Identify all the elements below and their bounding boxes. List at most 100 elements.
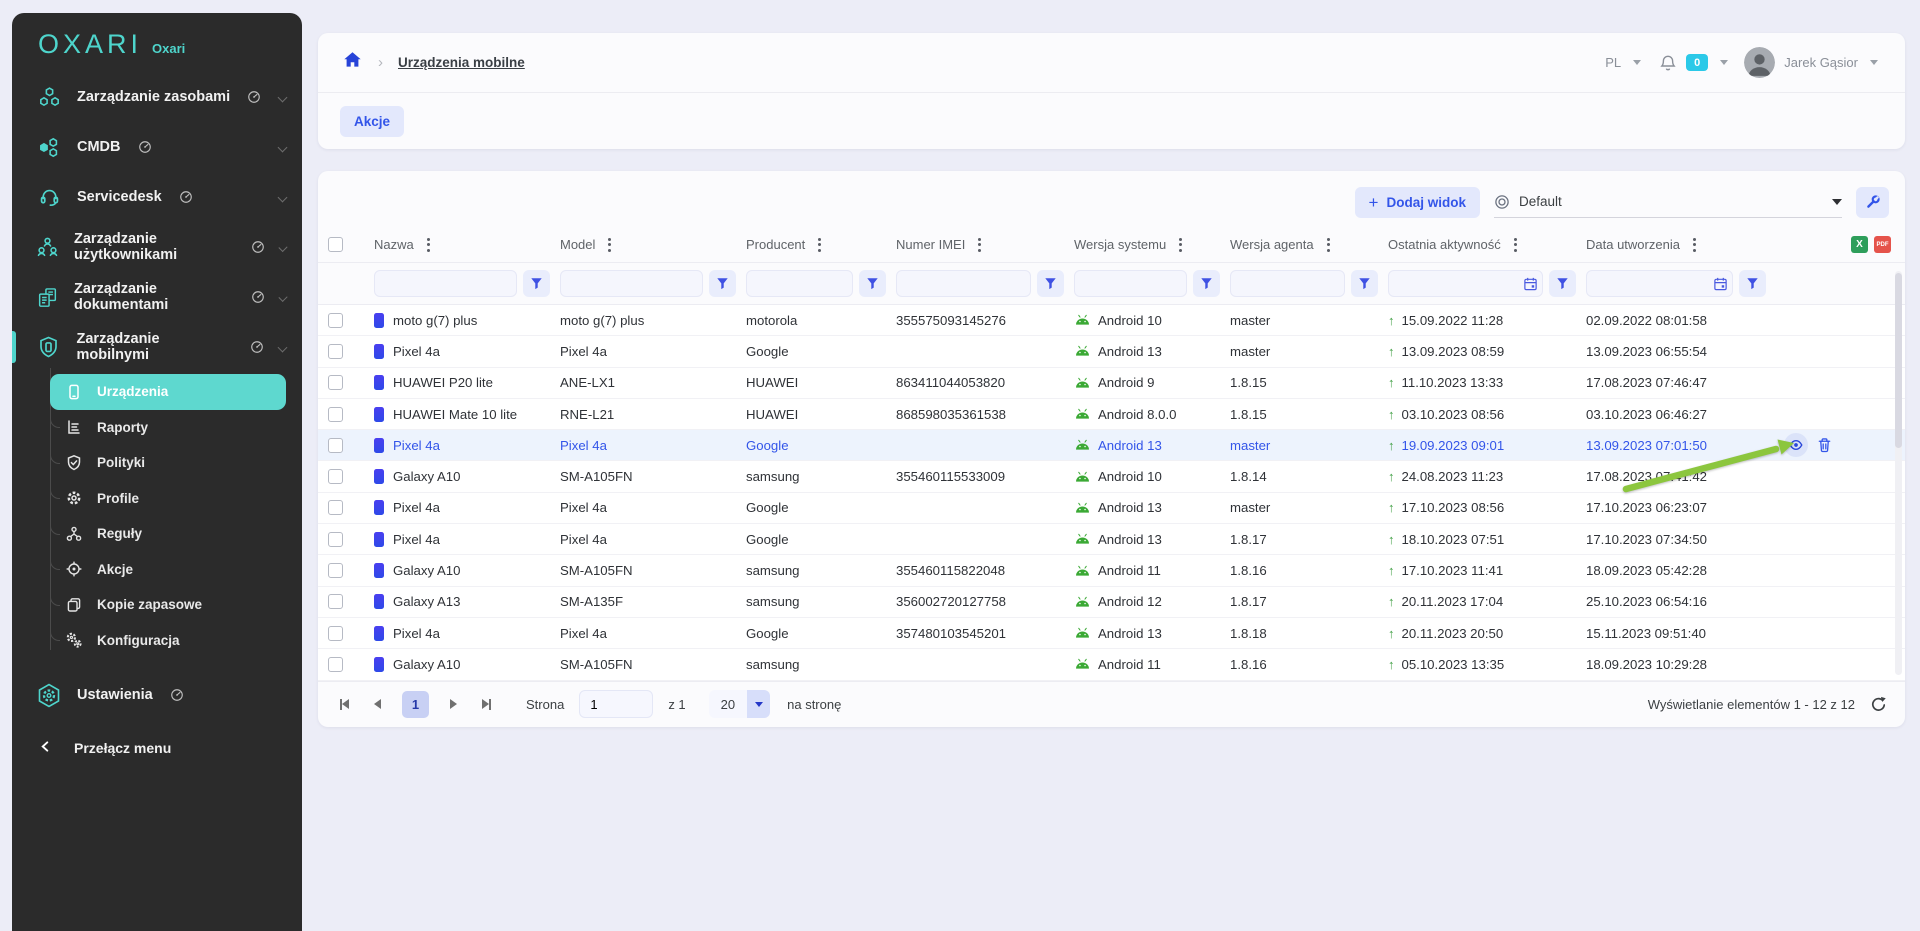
toggle-menu-button[interactable]: Przełącz menu: [12, 740, 302, 756]
table-row[interactable]: HUAWEI Mate 10 lite RNE-L21 HUAWEI 86859…: [318, 399, 1905, 430]
filter-funnel-button[interactable]: [1037, 270, 1064, 297]
filter-funnel-button[interactable]: [523, 270, 550, 297]
sidebar-item-zarzadzanie-uzytkownikami[interactable]: Zarządzanie użytkownikami: [12, 222, 302, 272]
table-row[interactable]: HUAWEI P20 lite ANE-LX1 HUAWEI 863411044…: [318, 368, 1905, 399]
table-row[interactable]: Pixel 4a Pixel 4a Google 357480103545201…: [318, 618, 1905, 649]
bell-icon[interactable]: [1659, 54, 1677, 72]
row-checkbox[interactable]: [328, 563, 343, 578]
sidebar-item-cmdb[interactable]: CMDB: [12, 122, 302, 172]
column-menu-icon[interactable]: [1177, 236, 1184, 254]
vertical-scrollbar[interactable]: [1895, 271, 1902, 675]
first-page-button[interactable]: [336, 695, 353, 714]
sidebar-item-profile[interactable]: Profile: [50, 481, 302, 517]
akcje-button[interactable]: Akcje: [340, 106, 404, 137]
sidebar-item-urzadzenia[interactable]: Urządzenia: [50, 374, 286, 410]
filter-input-data-utworzenia[interactable]: [1586, 270, 1733, 297]
filter-funnel-button[interactable]: [709, 270, 736, 297]
filter-funnel-button[interactable]: [1193, 270, 1220, 297]
filter-input-producent[interactable]: [746, 270, 853, 297]
table-row[interactable]: Pixel 4a Pixel 4a Google Android 13 mast…: [318, 430, 1905, 461]
filter-funnel-button[interactable]: [1739, 270, 1766, 297]
table-row[interactable]: Galaxy A13 SM-A135F samsung 356002720127…: [318, 587, 1905, 618]
sidebar-item-konfiguracja[interactable]: Konfiguracja: [50, 623, 302, 659]
chevron-down-icon[interactable]: [1720, 60, 1728, 65]
sidebar-item-polityki[interactable]: Polityki: [50, 445, 302, 481]
column-header-data-utworzenia[interactable]: Data utworzenia: [1586, 237, 1680, 252]
sidebar-item-zarzadzanie-dokumentami[interactable]: Zarządzanie dokumentami: [12, 272, 302, 322]
scrollbar-thumb[interactable]: [1895, 273, 1902, 448]
column-menu-icon[interactable]: [425, 236, 432, 254]
column-menu-icon[interactable]: [1691, 236, 1698, 254]
chevron-down-icon[interactable]: [1870, 60, 1878, 65]
filter-input-wersja-systemu[interactable]: [1074, 270, 1187, 297]
notification-badge[interactable]: 0: [1686, 54, 1708, 71]
view-select[interactable]: Default: [1494, 187, 1842, 218]
column-menu-icon[interactable]: [816, 236, 823, 254]
row-checkbox[interactable]: [328, 344, 343, 359]
export-excel-icon[interactable]: X: [1851, 236, 1868, 253]
chevron-down-icon[interactable]: [1633, 60, 1641, 65]
table-row[interactable]: Galaxy A10 SM-A105FN samsung Android 11 …: [318, 649, 1905, 680]
last-page-button[interactable]: [478, 695, 495, 714]
sidebar-item-ustawienia[interactable]: Ustawienia: [12, 668, 302, 722]
export-pdf-icon[interactable]: PDF: [1874, 236, 1891, 253]
sidebar-item-zarzadzanie-mobilnymi[interactable]: Zarządzanie mobilnymi: [12, 322, 302, 372]
avatar[interactable]: [1744, 47, 1775, 78]
column-header-nazwa[interactable]: Nazwa: [374, 237, 414, 252]
table-row[interactable]: Galaxy A10 SM-A105FN samsung 35546011553…: [318, 461, 1905, 492]
home-icon[interactable]: [342, 50, 363, 75]
table-row[interactable]: Pixel 4a Pixel 4a Google Android 13 mast…: [318, 493, 1905, 524]
filter-input-numer-imei[interactable]: [896, 270, 1031, 297]
row-checkbox[interactable]: [328, 532, 343, 547]
column-header-numer-imei[interactable]: Numer IMEI: [896, 237, 965, 252]
select-all-checkbox[interactable]: [328, 237, 343, 252]
row-checkbox[interactable]: [328, 375, 343, 390]
table-row[interactable]: moto g(7) plus moto g(7) plus motorola 3…: [318, 305, 1905, 336]
row-checkbox[interactable]: [328, 594, 343, 609]
sidebar-item-kopie-zapasowe[interactable]: Kopie zapasowe: [50, 587, 302, 623]
sidebar-item-akcje[interactable]: Akcje: [50, 552, 302, 588]
row-checkbox[interactable]: [328, 657, 343, 672]
next-page-button[interactable]: [446, 695, 461, 713]
calendar-icon[interactable]: [1523, 276, 1538, 291]
column-header-ostatnia-aktywnosc[interactable]: Ostatnia aktywność: [1388, 237, 1501, 252]
breadcrumb-link[interactable]: Urządzenia mobilne: [398, 55, 525, 70]
column-menu-icon[interactable]: [976, 236, 983, 254]
prev-page-button[interactable]: [370, 695, 385, 713]
filter-input-ostatnia-aktywnosc[interactable]: [1388, 270, 1543, 297]
filter-funnel-button[interactable]: [859, 270, 886, 297]
column-header-model[interactable]: Model: [560, 237, 595, 252]
current-page-button[interactable]: 1: [402, 691, 429, 718]
sidebar-item-raporty[interactable]: Raporty: [50, 410, 302, 446]
filter-input-wersja-agenta[interactable]: [1230, 270, 1345, 297]
calendar-icon[interactable]: [1713, 276, 1728, 291]
filter-funnel-button[interactable]: [1351, 270, 1378, 297]
filter-input-model[interactable]: [560, 270, 703, 297]
row-checkbox[interactable]: [328, 313, 343, 328]
table-row[interactable]: Galaxy A10 SM-A105FN samsung 35546011582…: [318, 555, 1905, 586]
filter-funnel-button[interactable]: [1549, 270, 1576, 297]
language-selector[interactable]: PL: [1605, 55, 1621, 70]
table-row[interactable]: Pixel 4a Pixel 4a Google Android 13 mast…: [318, 336, 1905, 367]
row-checkbox[interactable]: [328, 438, 343, 453]
sidebar-item-zarzadzanie-zasobami[interactable]: Zarządzanie zasobami: [12, 72, 302, 122]
row-checkbox[interactable]: [328, 500, 343, 515]
column-menu-icon[interactable]: [606, 236, 613, 254]
table-row[interactable]: Pixel 4a Pixel 4a Google Android 13 1.8.…: [318, 524, 1905, 555]
column-header-producent[interactable]: Producent: [746, 237, 805, 252]
refresh-icon[interactable]: [1870, 696, 1887, 713]
row-checkbox[interactable]: [328, 469, 343, 484]
preview-button[interactable]: [1784, 433, 1808, 457]
page-number-input[interactable]: [579, 690, 653, 718]
page-size-select[interactable]: 20: [709, 690, 770, 718]
delete-button[interactable]: [1817, 437, 1832, 453]
user-name[interactable]: Jarek Gąsior: [1784, 55, 1858, 70]
sidebar-item-servicedesk[interactable]: Servicedesk: [12, 172, 302, 222]
add-view-button[interactable]: + Dodaj widok: [1355, 187, 1480, 218]
table-settings-button[interactable]: [1856, 187, 1889, 218]
filter-input-nazwa[interactable]: [374, 270, 517, 297]
row-checkbox[interactable]: [328, 626, 343, 641]
sidebar-item-reguly[interactable]: Reguły: [50, 516, 302, 552]
column-menu-icon[interactable]: [1325, 236, 1332, 254]
row-checkbox[interactable]: [328, 407, 343, 422]
